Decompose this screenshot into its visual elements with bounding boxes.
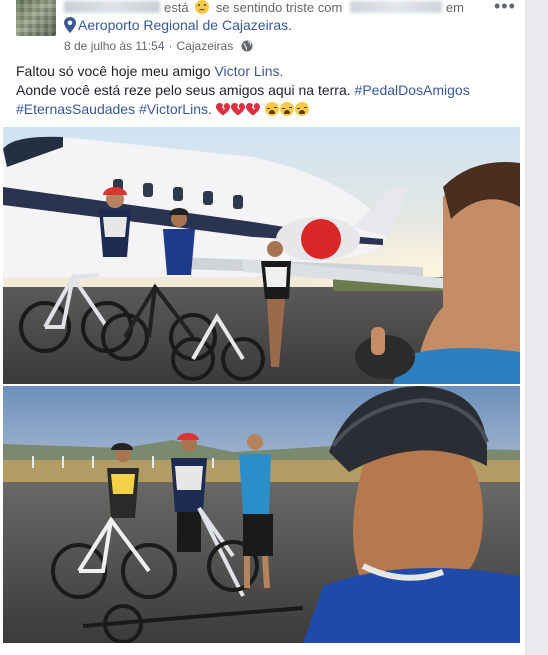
globe-icon[interactable] — [241, 40, 253, 52]
post-date[interactable]: 8 de julho às 11:54 — [64, 39, 165, 53]
post-photo-2[interactable] — [3, 386, 520, 643]
at-word: em — [445, 0, 464, 15]
more-options-icon[interactable]: ••• — [494, 0, 516, 15]
avatar[interactable] — [16, 0, 56, 36]
tired-face-icon — [264, 102, 279, 116]
feeling-prefix: está — [164, 0, 189, 15]
post-text: Faltou só você hoje meu amigo Victor Lin… — [16, 62, 516, 119]
post-meta: 8 de julho às 11:54 · Cajazeiras — [64, 39, 253, 53]
broken-heart-icon — [215, 103, 230, 116]
post-photo-1[interactable] — [3, 127, 520, 384]
post-text-line1: Faltou só você hoje meu amigo Victor Lin… — [16, 62, 516, 81]
tired-face-icon — [279, 102, 294, 116]
location-pin-icon — [64, 17, 76, 33]
mention-victor-lins[interactable]: Victor Lins. — [214, 63, 283, 79]
feeling-text: se sentindo triste com — [215, 0, 343, 15]
text-line2: Aonde você está reze pelo seus amigos aq… — [16, 82, 351, 98]
tagged-friend-blurred[interactable] — [349, 1, 442, 13]
post-text-line2: Aonde você está reze pelo seus amigos aq… — [16, 81, 516, 100]
broken-heart-icon — [245, 103, 260, 116]
hashtag-victor-lins[interactable]: #VictorLins. — [139, 101, 212, 117]
broken-heart-icon — [230, 103, 245, 116]
sad-face-icon — [195, 0, 210, 14]
text-line1-prefix: Faltou só você hoje meu amigo — [16, 63, 211, 79]
author-name-blurred[interactable] — [64, 1, 160, 13]
post-card: está se sentindo triste com em ••• Aerop… — [0, 0, 526, 655]
location-name: Aeroporto Regional de Cajazeiras. — [78, 17, 293, 33]
hashtag-eternas-saudades[interactable]: #EternasSaudades — [16, 101, 135, 117]
meta-separator: · — [168, 39, 173, 53]
hashtag-pedal-dos-amigos[interactable]: #PedalDosAmigos — [355, 82, 470, 98]
location-link[interactable]: Aeroporto Regional de Cajazeiras. — [64, 17, 292, 33]
post-text-line3: #EternasSaudades #VictorLins. — [16, 100, 516, 119]
tired-face-icon — [294, 102, 309, 116]
post-header: está se sentindo triste com em — [64, 0, 504, 16]
post-city[interactable]: Cajazeiras — [177, 39, 234, 53]
